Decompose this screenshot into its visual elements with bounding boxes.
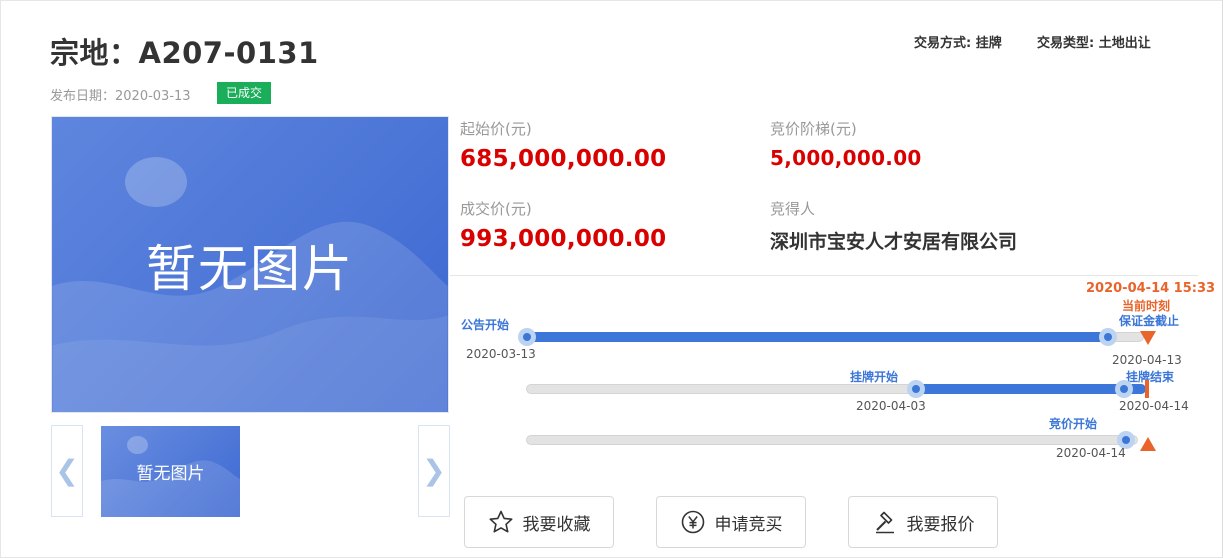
apply-bid-button-label: 申请竞买 [714,514,783,535]
winner-label: 竞得人 [770,200,816,218]
timeline-fill-1 [526,332,1108,342]
current-time-marker-bottom [1140,437,1156,451]
bidding-start-date: 2020-04-14 [1056,446,1126,460]
thumbnail-sun-icon [127,436,148,454]
deposit-deadline-dot [1099,328,1117,346]
bidding-start-label: 竞价开始 [1049,417,1098,431]
timeline-fill-2 [916,384,1146,394]
notice-start-dot [518,328,536,346]
start-price-value: 685,000,000.00 [460,146,667,172]
thumbnail[interactable]: 暂无图片 [101,426,240,517]
status-badge: 已成交 [217,82,272,104]
timeline-track-3 [526,435,1138,445]
listing-start-label: 挂牌开始 [850,370,899,384]
winner-value: 深圳市宝安人才安居有限公司 [770,231,1018,253]
yuan-icon [681,510,704,534]
current-time-line [1145,380,1149,398]
listing-end-date: 2020-04-14 [1119,399,1189,413]
listing-end-label: 挂牌结束 [1126,370,1175,384]
thumbnail-text: 暂无图片 [136,464,205,484]
listing-end-dot [1115,380,1133,398]
favorite-button-label: 我要收藏 [522,514,591,535]
sun-icon [125,157,187,207]
star-icon [489,510,512,533]
main-image: 暂无图片 [51,116,449,413]
thumb-next-button[interactable]: ❯ [418,425,450,517]
place-bid-button[interactable]: 我要报价 [848,496,998,548]
current-time: 2020-04-14 15:33 [1086,281,1216,296]
divider [450,275,1198,276]
increment-value: 5,000,000.00 [770,146,922,170]
no-image-text: 暂无图片 [146,240,354,298]
deposit-deadline-label: 保证金截止 [1119,314,1180,328]
deal-price-value: 993,000,000.00 [460,226,667,252]
deal-price-label: 成交价(元) [460,200,532,218]
increment-label: 竞价阶梯(元) [770,120,857,138]
thumb-prev-button[interactable]: ❮ [51,425,83,517]
favorite-button[interactable]: 我要收藏 [464,496,614,548]
apply-bid-button[interactable]: 申请竞买 [656,496,806,548]
publish-date: 发布日期：2020-03-13 [50,89,191,104]
start-price-label: 起始价(元) [460,120,532,138]
notice-start-date: 2020-03-13 [466,347,536,361]
place-bid-button-label: 我要报价 [906,514,975,535]
trade-method: 交易方式: 挂牌 [914,36,1002,51]
trade-type: 交易类型: 土地出让 [1037,36,1151,51]
listing-start-date: 2020-04-03 [856,399,926,413]
listing-start-dot [907,380,925,398]
deposit-deadline-date: 2020-04-13 [1112,353,1182,367]
current-time-marker [1140,331,1156,345]
gavel-icon [875,511,894,534]
notice-start-label: 公告开始 [461,318,510,332]
page-title: 宗地：A207-0131 [50,36,319,70]
